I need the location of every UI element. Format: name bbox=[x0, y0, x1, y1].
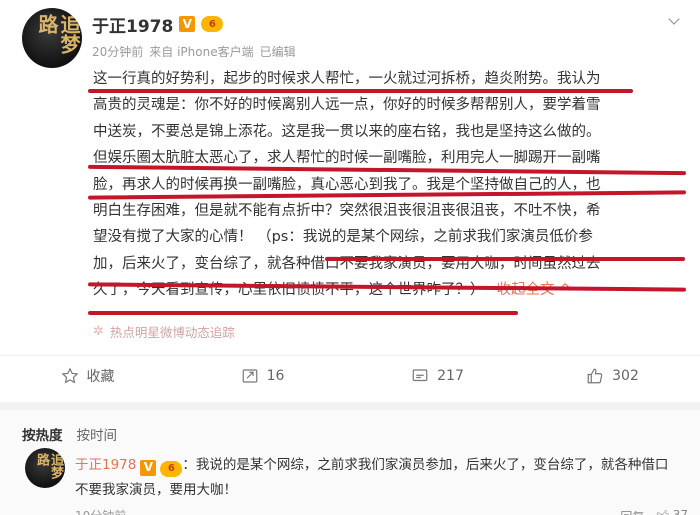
comment-button[interactable]: 217 bbox=[350, 356, 525, 395]
comment-sort-tabs: 按热度 按时间 bbox=[22, 424, 117, 444]
comment-item: 于正1978 V 6 ：我说的是某个网综，之前求我们家演员参加，后来火了，变台综了，就… bbox=[75, 453, 685, 503]
thumbs-up-icon bbox=[587, 368, 603, 383]
comment-actions: 回复 👍︎ 37 bbox=[620, 508, 688, 515]
avatar-calligraphy: 追梦路 bbox=[34, 453, 63, 479]
post-time[interactable]: 20分钟前 bbox=[92, 43, 143, 60]
tab-sort-hot[interactable]: 按热度 bbox=[22, 424, 63, 444]
comment-separator: ： bbox=[182, 457, 196, 473]
avatar-calligraphy: 追梦路 bbox=[35, 14, 81, 54]
post-content: 这一行真的好势利，起步的时候求人帮忙，一火就过河拆桥，趋炎附势。我认为 高贵的灵… bbox=[93, 66, 687, 304]
repost-icon bbox=[242, 368, 257, 383]
content-line: 加，后来火了，变台综了，就各种借口不要我家演员，要用大咖，时间虽然过去 bbox=[93, 255, 601, 272]
author-row: 于正1978 V 6 bbox=[92, 12, 224, 37]
like-button[interactable]: 302 bbox=[525, 356, 700, 395]
post-action-bar: 收藏 16 217 302 bbox=[0, 355, 700, 395]
content-line: 高贵的灵魂是：你不好的时候离别人远一点，你好的时候多帮帮别人，要学着雪 bbox=[93, 97, 601, 114]
level-badge: 6 bbox=[160, 460, 183, 477]
favorite-button[interactable]: 收藏 bbox=[0, 356, 175, 395]
thumbs-up-icon: 👍︎ bbox=[656, 508, 669, 515]
author-avatar[interactable]: 追梦路 bbox=[22, 8, 82, 68]
comment-icon bbox=[412, 368, 428, 381]
star-outline-icon bbox=[61, 366, 78, 383]
hot-topic-link[interactable]: ✲ 热点明星微博动态追踪 bbox=[93, 322, 235, 341]
highlight-underline bbox=[88, 311, 518, 315]
comment-reply-button[interactable]: 回复 bbox=[620, 508, 644, 515]
level-badge: 6 bbox=[201, 16, 224, 32]
highlight-underline bbox=[88, 89, 633, 93]
star-icon: ✲ bbox=[93, 324, 104, 339]
verified-badge: V bbox=[140, 459, 157, 476]
content-line: 望没有搅了大家的心情！ （ps：我说的是某个网综，之前求我们家演员低价参 bbox=[93, 229, 593, 246]
verified-badge: V bbox=[179, 16, 196, 32]
weibo-post: 追梦路 于正1978 V 6 20分钟前 来自 iPhone客户端 已编辑 这一… bbox=[0, 0, 700, 398]
comment-like-button[interactable]: 👍︎ 37 bbox=[656, 508, 688, 515]
post-edited: 已编辑 bbox=[259, 45, 296, 59]
repost-button[interactable]: 16 bbox=[175, 356, 350, 395]
chevron-down-icon[interactable] bbox=[668, 14, 682, 24]
comment-section: 按热度 按时间 追梦路 于正1978 V 6 ：我说的是某个网综，之前求我们家演员参加… bbox=[0, 402, 700, 515]
content-line: 中送炭，不要总是锦上添花。这是我一贯以来的座右铭，我也是坚持这么做的。 bbox=[93, 123, 601, 140]
comment-text-line1: 我说的是某个网综，之前求我们家演员参加，后来火了，变台综了，就各种借口 bbox=[195, 457, 669, 473]
comment-author-name[interactable]: 于正1978 bbox=[75, 457, 136, 473]
post-meta: 20分钟前 来自 iPhone客户端 已编辑 bbox=[92, 43, 296, 60]
content-line: 明白生存困难，但是就不能有点折中？突然很沮丧很沮丧很沮丧，不吐不快，希 bbox=[93, 202, 601, 219]
author-name[interactable]: 于正1978 bbox=[92, 12, 173, 37]
tab-sort-time[interactable]: 按时间 bbox=[77, 424, 118, 444]
comment-text-line2: 不要我家演员，要用大咖！ bbox=[75, 482, 237, 498]
hot-topic-label: 热点明星微博动态追踪 bbox=[109, 325, 235, 340]
comment-avatar[interactable]: 追梦路 bbox=[25, 448, 65, 488]
comment-time: 10分钟前 bbox=[75, 507, 126, 515]
post-source: 来自 iPhone客户端 bbox=[149, 45, 254, 59]
highlight-underline bbox=[325, 257, 685, 261]
